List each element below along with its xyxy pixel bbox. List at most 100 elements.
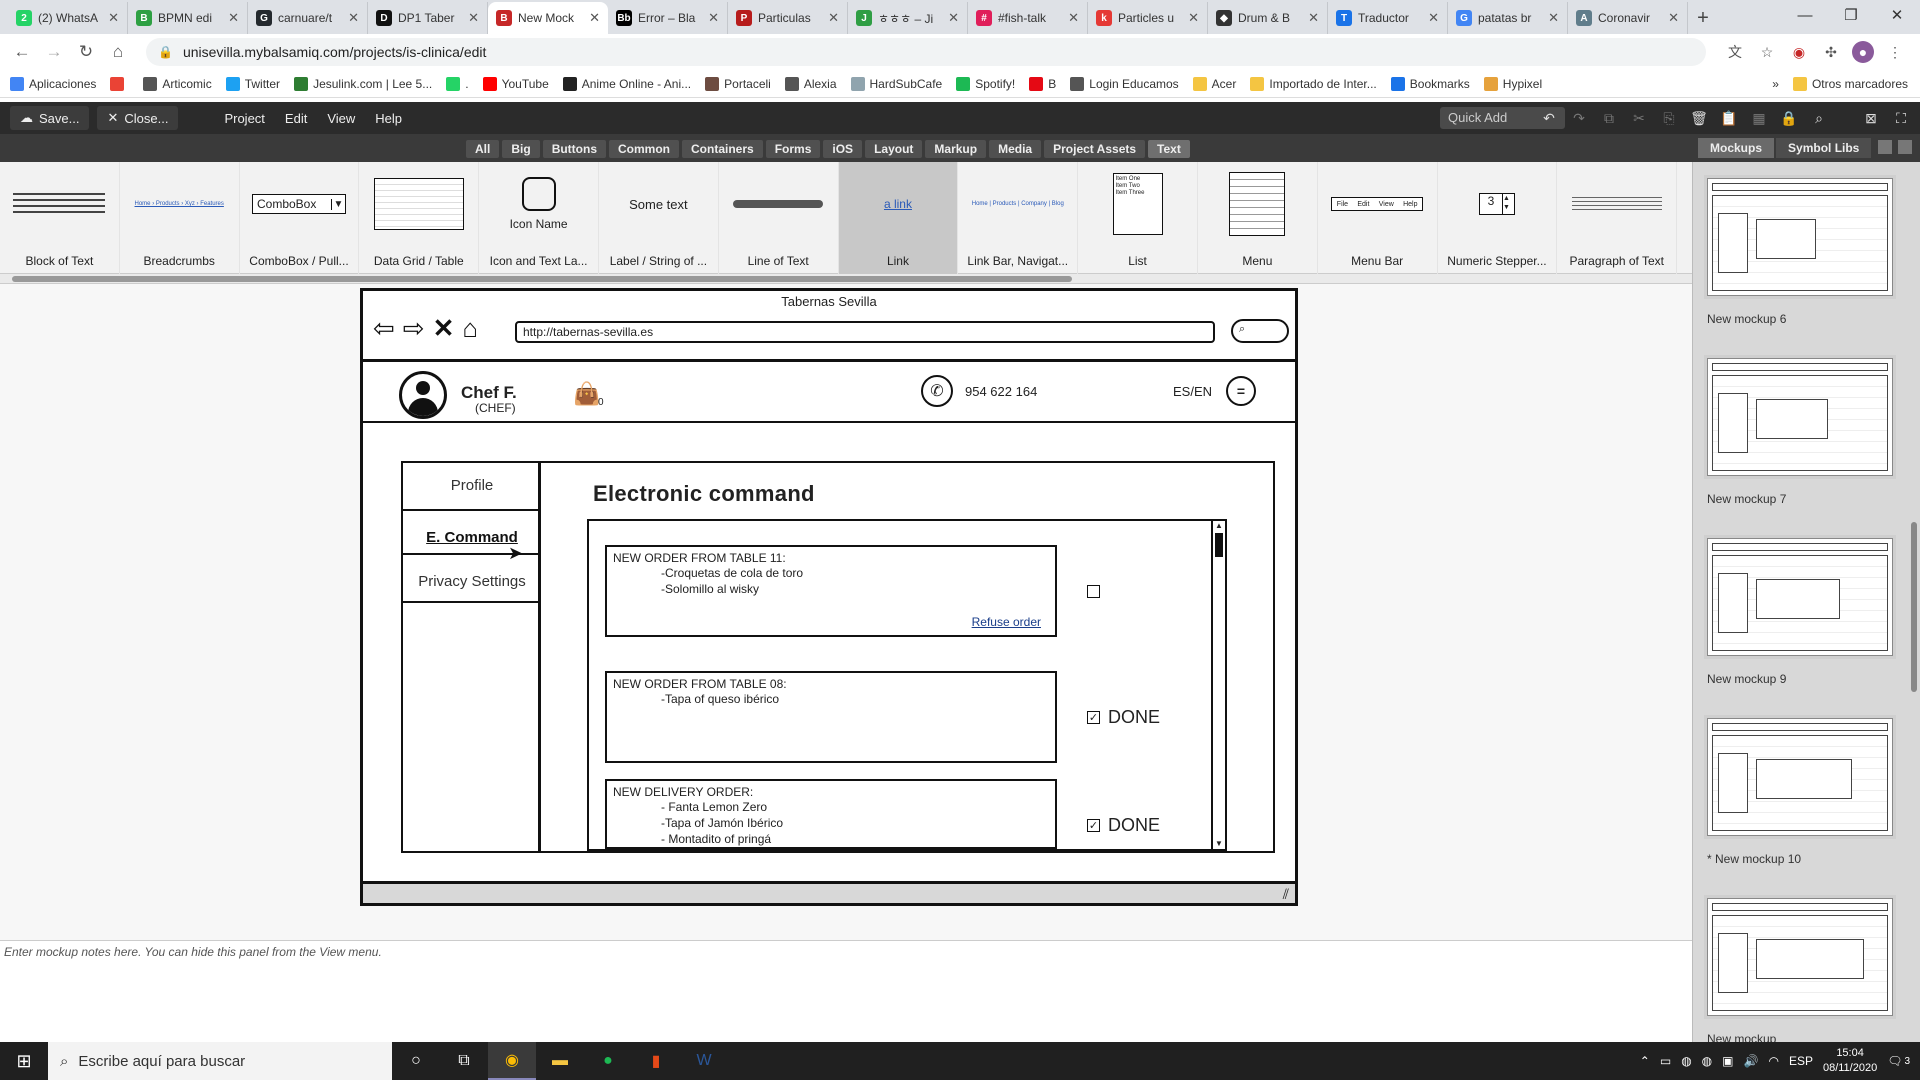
url-field[interactable]: 🔒 unisevilla.mybalsamiq.com/projects/is-… xyxy=(146,38,1706,66)
category-tab[interactable]: All xyxy=(466,140,500,158)
redo-icon[interactable]: ↷ xyxy=(1570,106,1588,130)
word-icon[interactable]: W xyxy=(680,1042,728,1080)
bookmark-item[interactable]: Articomic xyxy=(143,76,212,91)
mockup-thumbnail[interactable]: New mockup 9 xyxy=(1707,538,1893,686)
close-tab-icon[interactable]: ✕ xyxy=(828,10,839,26)
panel-tab[interactable]: Symbol Libs xyxy=(1776,138,1872,158)
library-item-combobox[interactable]: ComboBox ▼ ComboBox / Pull... xyxy=(240,162,360,274)
office-icon[interactable]: ▮ xyxy=(632,1042,680,1080)
mockup-thumbnail[interactable]: * New mockup 10 xyxy=(1707,718,1893,866)
back-icon[interactable]: ← xyxy=(8,38,36,66)
mockup-notes-field[interactable]: Enter mockup notes here. You can hide th… xyxy=(0,940,1692,1042)
duplicate-icon[interactable]: ⧉ xyxy=(1600,106,1618,130)
mockup-thumbnail[interactable]: New mockup 7 xyxy=(1707,358,1893,506)
copy-icon[interactable]: ⎘ xyxy=(1660,106,1678,130)
group-icon[interactable]: ▦ xyxy=(1750,106,1768,130)
cortana-icon[interactable]: ○ xyxy=(392,1042,440,1080)
close-tab-icon[interactable]: ✕ xyxy=(1308,10,1319,26)
category-tab[interactable]: Layout xyxy=(865,140,923,158)
input-language[interactable]: ESP xyxy=(1789,1054,1813,1068)
browser-tab[interactable]: Gpatatas br ✕ xyxy=(1448,2,1568,34)
task-view-icon[interactable]: ⧉ xyxy=(440,1042,488,1080)
category-tab[interactable]: Big xyxy=(502,140,540,158)
bookmark-item[interactable]: Acer xyxy=(1192,76,1236,91)
library-item-icontext[interactable]: Icon Name Icon and Text La... xyxy=(479,162,599,274)
close-tab-icon[interactable]: ✕ xyxy=(948,10,959,26)
kebab-menu-icon[interactable]: ⋮ xyxy=(1884,41,1906,63)
save-button[interactable]: ☁ Save... xyxy=(10,106,90,130)
browser-tab[interactable]: T Traductor ✕ xyxy=(1328,2,1448,34)
extension-icon[interactable]: ◉ xyxy=(1788,41,1810,63)
bookmark-item[interactable]: B xyxy=(1029,76,1056,91)
browser-tab[interactable]: D DP1 Taber ✕ xyxy=(368,2,488,34)
close-tab-icon[interactable]: ✕ xyxy=(468,10,479,26)
library-item-paragraph[interactable]: Paragraph of Text xyxy=(1557,162,1678,274)
antivirus-icon[interactable]: ◍ xyxy=(1681,1054,1691,1068)
puzzle-icon[interactable]: ✣ xyxy=(1820,41,1842,63)
library-item-line[interactable]: Line of Text xyxy=(719,162,839,274)
library-item-breadcrumbs[interactable]: Home › Products › Xyz › Features Breadcru… xyxy=(120,162,240,274)
close-tab-icon[interactable]: ✕ xyxy=(348,10,359,26)
bookmark-item[interactable]: YouTube xyxy=(482,76,549,91)
library-item-linkbar[interactable]: Home | Products | Company | Blog Link Bar… xyxy=(958,162,1079,274)
grid-view-icon[interactable] xyxy=(1878,140,1892,154)
bookmark-item[interactable]: Jesulink.com | Lee 5... xyxy=(294,76,432,91)
clipboard-icon[interactable]: 📋 xyxy=(1720,106,1738,130)
translate-icon[interactable]: 文 xyxy=(1724,41,1746,63)
undo-icon[interactable]: ↶ xyxy=(1540,106,1558,130)
bookmark-item[interactable]: HardSubCafe xyxy=(850,76,942,91)
mockups-scrollbar[interactable] xyxy=(1910,172,1918,1032)
minimize-icon[interactable]: — xyxy=(1782,0,1828,30)
search-icon[interactable]: ⌕ xyxy=(1810,106,1828,130)
browser-tab[interactable]: 2 (2) WhatsA ✕ xyxy=(8,2,128,34)
volume-icon[interactable]: 🔊 xyxy=(1744,1054,1759,1068)
library-item-list[interactable]: Item One Item Two Item Three List xyxy=(1078,162,1198,274)
bookmark-star-icon[interactable]: ☆ xyxy=(1756,41,1778,63)
lock-icon[interactable]: 🔒 xyxy=(1780,106,1798,130)
profile-avatar[interactable]: ● xyxy=(1852,41,1874,63)
bookmark-item[interactable]: Importado de Inter... xyxy=(1250,76,1377,91)
list-view-icon[interactable] xyxy=(1898,140,1912,154)
new-tab-button[interactable]: + xyxy=(1688,2,1718,34)
app-menu-view[interactable]: View xyxy=(317,111,365,126)
delete-icon[interactable]: 🗑 xyxy=(1690,106,1708,130)
category-tab[interactable]: Project Assets xyxy=(1044,140,1146,158)
more-bookmarks-icon[interactable]: » xyxy=(1772,77,1779,91)
chrome-icon[interactable]: ◉ xyxy=(488,1042,536,1080)
close-tab-icon[interactable]: ✕ xyxy=(1068,10,1079,26)
mockup-thumbnail[interactable]: New mockup xyxy=(1707,898,1893,1042)
bookmark-item[interactable]: Bookmarks xyxy=(1390,76,1470,91)
category-tab[interactable]: Media xyxy=(989,140,1042,158)
category-tab[interactable]: Text xyxy=(1148,140,1190,158)
browser-tab[interactable]: B New Mock ✕ xyxy=(488,2,608,34)
browser-tab[interactable]: J ㅎㅎㅎ – Ji ✕ xyxy=(848,2,968,34)
category-tab[interactable]: Buttons xyxy=(542,140,607,158)
category-tab[interactable]: Common xyxy=(609,140,680,158)
panel-tab[interactable]: Mockups xyxy=(1698,138,1775,158)
display-icon[interactable]: ▣ xyxy=(1722,1054,1733,1068)
category-tab[interactable]: Forms xyxy=(765,140,821,158)
bookmark-item[interactable]: Login Educamos xyxy=(1070,76,1179,91)
clock[interactable]: 15:04 08/11/2020 xyxy=(1823,1046,1877,1076)
app-menu-edit[interactable]: Edit xyxy=(275,111,317,126)
library-item-stepper[interactable]: 3 ▲ ▼ Numeric Stepper... xyxy=(1438,162,1558,274)
library-scrollbar[interactable] xyxy=(0,274,1692,284)
maximize-icon[interactable]: ❐ xyxy=(1828,0,1874,30)
close-tab-icon[interactable]: ✕ xyxy=(1668,10,1679,26)
mockup-thumbnail[interactable]: New mockup 6 xyxy=(1707,178,1893,326)
cut-icon[interactable]: ✂ xyxy=(1630,106,1648,130)
bookmark-item[interactable] xyxy=(110,76,129,91)
bookmark-item[interactable]: Aplicaciones xyxy=(10,76,96,91)
library-item-menubar[interactable]: File Edit View Help Menu Bar xyxy=(1318,162,1438,274)
windows-start-icon[interactable]: ⊞ xyxy=(0,1042,48,1080)
taskbar-search[interactable]: ⌕ Escribe aquí para buscar xyxy=(48,1042,392,1080)
browser-tab[interactable]: B BPMN edi ✕ xyxy=(128,2,248,34)
close-tab-icon[interactable]: ✕ xyxy=(589,10,600,26)
bookmark-item[interactable]: . xyxy=(446,76,469,91)
close-tab-icon[interactable]: ✕ xyxy=(228,10,239,26)
bookmark-item[interactable]: Hypixel xyxy=(1483,76,1542,91)
browser-tab[interactable]: k Particles u ✕ xyxy=(1088,2,1208,34)
browser-tab[interactable]: ◆ Drum & B ✕ xyxy=(1208,2,1328,34)
bookmark-item[interactable]: Alexia xyxy=(784,76,837,91)
wifi-icon[interactable]: ◠ xyxy=(1768,1054,1778,1068)
